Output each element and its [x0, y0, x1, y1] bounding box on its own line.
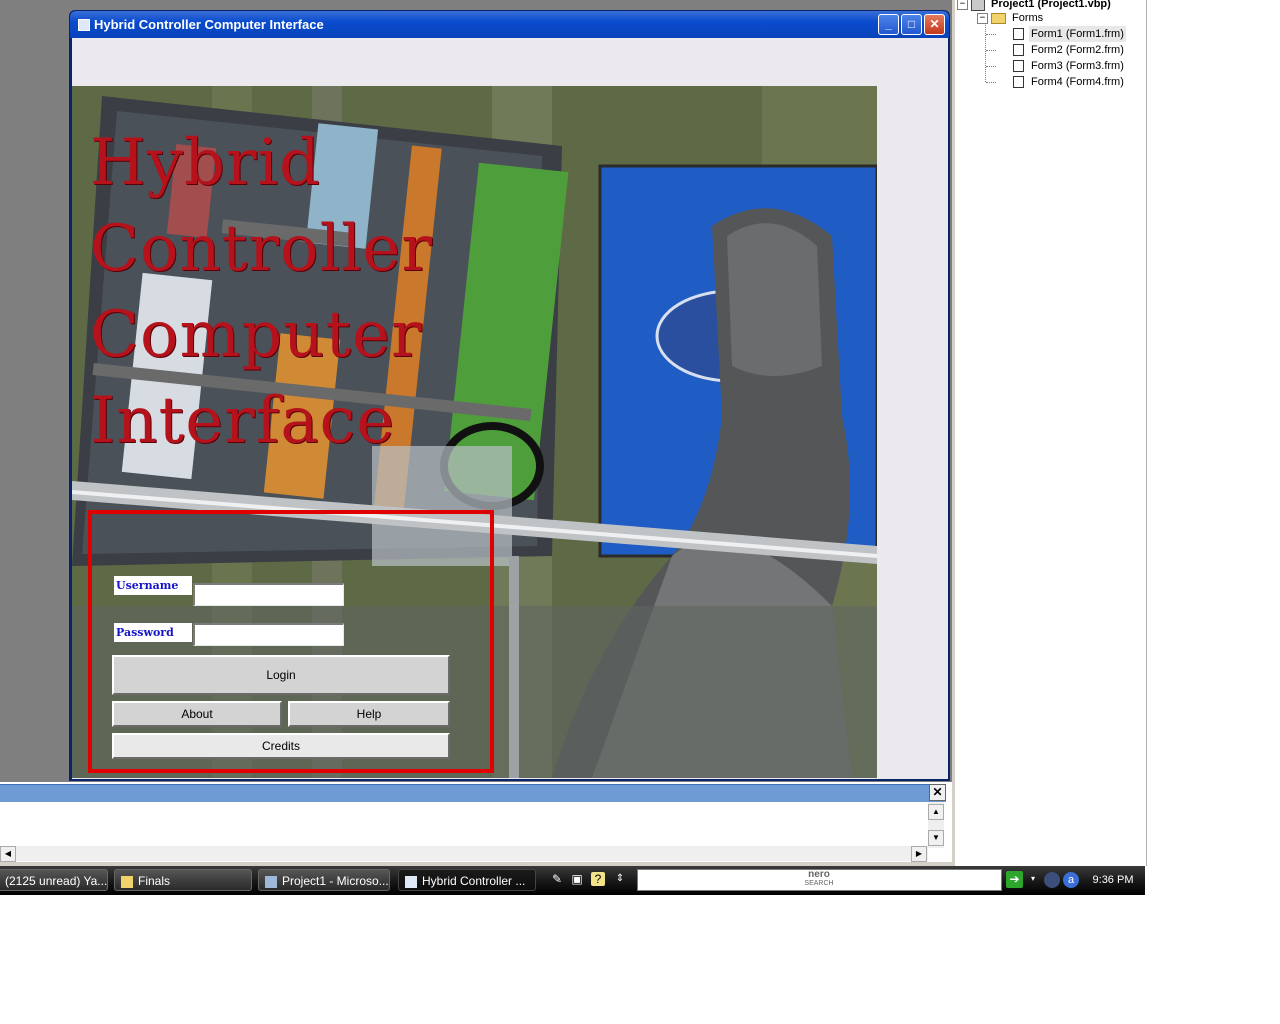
immediate-window-titlebar — [0, 784, 946, 802]
form-file-icon — [1013, 44, 1024, 57]
help-icon[interactable]: ? — [591, 872, 605, 886]
project-icon — [971, 0, 985, 11]
hero-title-line: Controller — [90, 212, 433, 286]
tree-item-form1-label: Form1 (Form1.frm) — [1029, 26, 1126, 42]
tree-item-form2[interactable]: Form2 (Form2.frm) — [1013, 42, 1126, 58]
form-file-icon — [1013, 76, 1024, 89]
form-file-icon — [1013, 60, 1024, 73]
tree-item-forms-label: Forms — [1012, 12, 1044, 24]
about-button[interactable]: About — [112, 701, 282, 727]
help-button[interactable]: Help — [288, 701, 450, 727]
nero-brand-sub: SEARCH — [804, 880, 834, 887]
form-window-icon — [405, 875, 417, 888]
tree-item-form1[interactable]: Form1 (Form1.frm) — [1013, 26, 1126, 42]
scroll-left-icon[interactable]: ◀ — [0, 846, 16, 862]
tree-item-form4[interactable]: Form4 (Form4.frm) — [1013, 74, 1126, 90]
taskbar-item-yahoo-mail[interactable]: (2125 unread) Ya... — [0, 869, 108, 891]
app-window-title: Hybrid Controller Computer Interface — [94, 17, 324, 32]
folder-icon — [991, 12, 1006, 24]
tree-item-form2-label: Form2 (Form2.frm) — [1031, 44, 1124, 56]
search-go-arrow-icon[interactable]: ➔ — [1006, 871, 1023, 888]
collapse-icon[interactable]: − — [957, 0, 968, 10]
taskbar-item-label: (2125 unread) Ya... — [5, 874, 108, 888]
immediate-close-button[interactable]: ✕ — [929, 784, 946, 801]
visual-basic-icon — [265, 875, 277, 888]
hero-title-line: Computer — [90, 298, 423, 372]
login-button[interactable]: Login — [112, 655, 450, 695]
form-file-icon — [1013, 28, 1024, 41]
app-window-icon[interactable] — [78, 19, 90, 31]
remote-desktop-icon[interactable]: ▣ — [570, 872, 584, 886]
taskbar-item-finals[interactable]: Finals — [114, 869, 252, 891]
toolbar-chevron-icon[interactable]: ⇕ — [613, 872, 627, 886]
minimize-button[interactable]: _ — [878, 14, 899, 35]
vertical-scrollbar[interactable]: ▲ ▼ — [928, 802, 944, 848]
password-input[interactable] — [193, 623, 344, 646]
taskbar-item-vb-project[interactable]: Project1 - Microso... — [258, 869, 390, 891]
password-label: Password — [114, 623, 192, 642]
hero-title: Hybrid Controller Computer Interface — [90, 120, 510, 464]
dropdown-arrow-icon[interactable]: ▾ — [1026, 872, 1040, 886]
taskbar-item-label: Finals — [138, 874, 171, 888]
taskbar-item-label: Hybrid Controller ... — [422, 874, 526, 888]
username-label: Username — [114, 576, 192, 595]
taskbar-clock[interactable]: 9:36 PM — [1088, 866, 1138, 895]
yahoo-tray-icon[interactable]: a — [1063, 872, 1079, 888]
collapse-icon[interactable]: − — [977, 12, 988, 24]
tree-item-forms-folder[interactable]: − Forms — [977, 10, 1045, 26]
horizontal-scrollbar[interactable]: ◀ ▶ — [0, 846, 928, 862]
taskbar-item-label: Project1 - Microso... — [282, 874, 389, 888]
folder-icon — [121, 875, 133, 888]
scroll-right-icon[interactable]: ▶ — [911, 846, 927, 862]
scroll-up-icon[interactable]: ▲ — [928, 804, 944, 820]
taskbar-item-hybrid-controller[interactable]: Hybrid Controller ... — [398, 869, 536, 891]
maximize-button[interactable]: □ — [901, 14, 922, 35]
close-button[interactable]: ✕ — [924, 14, 945, 35]
scroll-down-icon[interactable]: ▼ — [928, 830, 944, 846]
project-explorer — [952, 0, 1147, 866]
tree-item-form4-label: Form4 (Form4.frm) — [1031, 76, 1124, 88]
tools-icon[interactable]: ✎ — [550, 872, 564, 886]
hero-title-line: Interface — [90, 384, 396, 458]
tree-item-form3[interactable]: Form3 (Form3.frm) — [1013, 58, 1126, 74]
credits-button[interactable]: Credits — [112, 733, 450, 759]
tray-back-icon[interactable] — [1044, 872, 1060, 888]
username-input[interactable] — [193, 583, 344, 606]
immediate-window-body[interactable] — [0, 802, 928, 848]
nero-search-logo: nero SEARCH — [796, 870, 842, 888]
hero-title-line: Hybrid — [90, 126, 321, 200]
tree-item-form3-label: Form3 (Form3.frm) — [1031, 60, 1124, 72]
nero-brand: nero — [808, 869, 830, 880]
